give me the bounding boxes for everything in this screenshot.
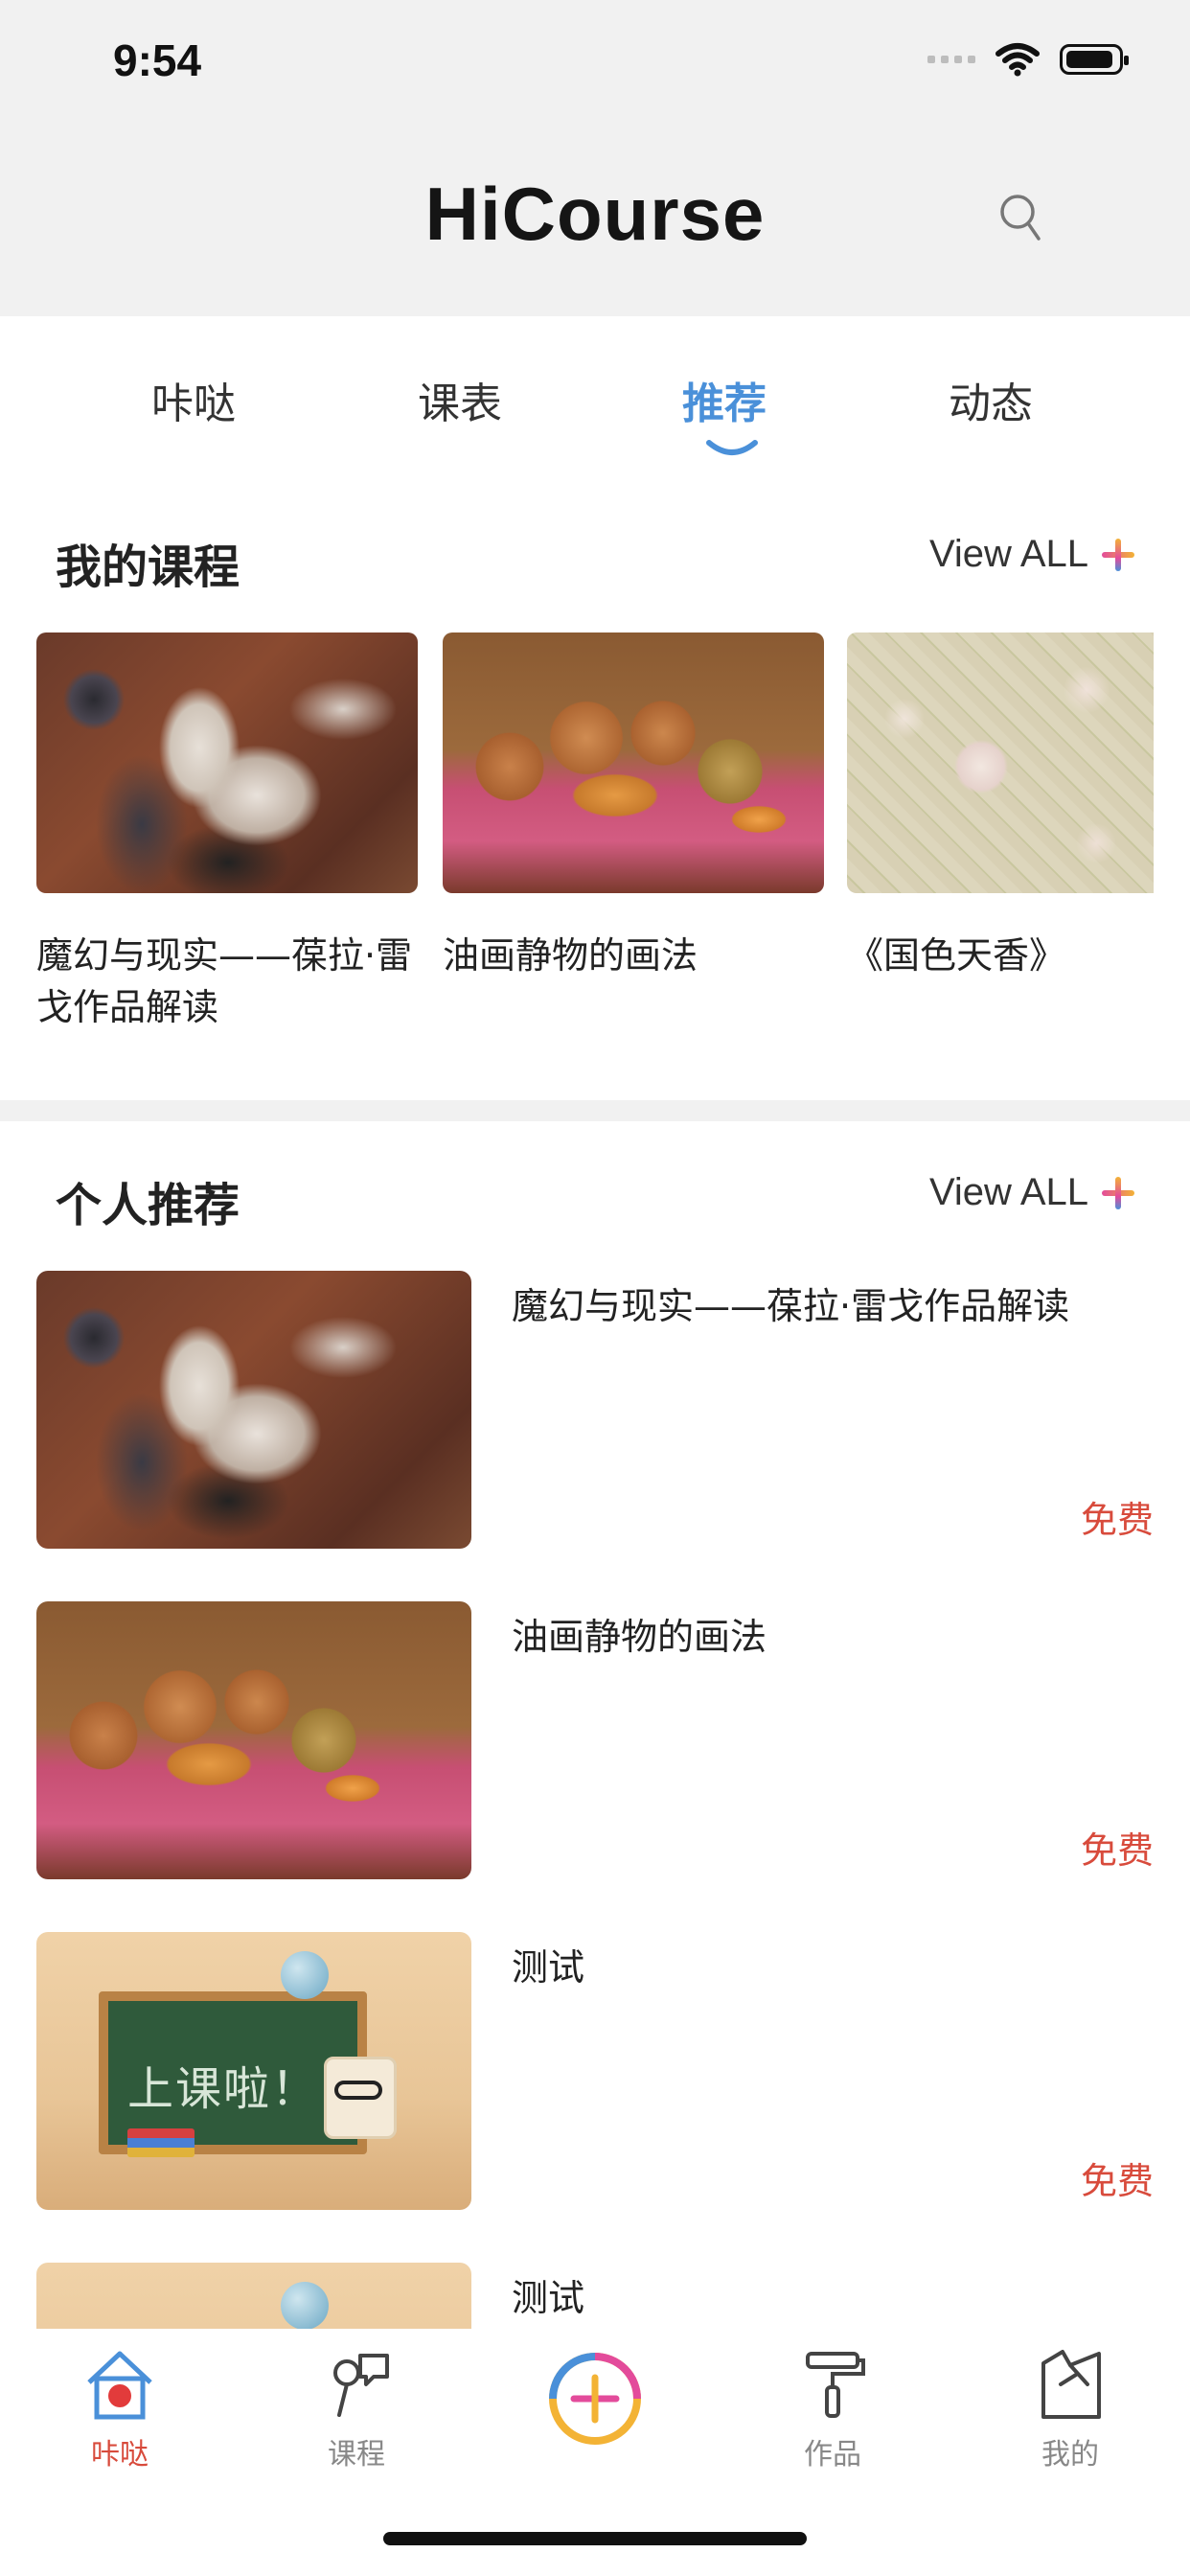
- nav-works-label: 作品: [804, 2438, 861, 2472]
- tab-kada[interactable]: 咔哒: [151, 369, 236, 430]
- course-thumbnail: [36, 1601, 471, 1879]
- nav-home-label: 咔哒: [91, 2438, 149, 2472]
- profile-icon: [1041, 2350, 1101, 2419]
- microphone-chat-icon: [333, 2354, 389, 2417]
- price-label: 免费: [1080, 1829, 1154, 1872]
- course-card[interactable]: 魔幻与现实——葆拉·雷戈作品解读: [36, 632, 420, 1033]
- globe-icon: [281, 2282, 329, 2330]
- my-courses-view-all[interactable]: View ALL: [929, 533, 1134, 576]
- tab-schedule[interactable]: 课表: [418, 369, 502, 430]
- course-title: 油画静物的画法: [512, 1616, 767, 1658]
- course-thumbnail: 上课啦！: [36, 1932, 471, 2210]
- course-thumbnail: [36, 632, 418, 893]
- search-icon: [1000, 195, 1041, 241]
- list-item[interactable]: 油画静物的画法 免费: [36, 1601, 1154, 1879]
- nav-home[interactable]: 咔哒: [57, 2346, 182, 2472]
- course-card[interactable]: 油画静物的画法: [443, 632, 826, 981]
- recommend-view-all[interactable]: View ALL: [929, 1171, 1134, 1214]
- status-icons: [927, 42, 1129, 77]
- course-title: 测试: [512, 2277, 585, 2319]
- view-all-label: View ALL: [928, 1171, 1088, 1213]
- globe-icon: [281, 1951, 329, 1999]
- top-tabs: 咔哒 课表 推荐 动态: [0, 316, 1190, 460]
- course-thumbnail: [847, 632, 1154, 893]
- view-all-label: View ALL: [928, 533, 1088, 575]
- add-icon: [549, 2353, 641, 2445]
- list-item[interactable]: 测试: [36, 2263, 1154, 2330]
- status-time: 9:54: [113, 35, 202, 85]
- nav-courses[interactable]: 课程: [294, 2346, 419, 2472]
- header-area: 9:54 HiCourse: [0, 0, 1190, 316]
- tab-activity[interactable]: 动态: [949, 369, 1033, 430]
- course-thumbnail: [36, 1271, 471, 1549]
- course-title: 魔幻与现实——葆拉·雷戈作品解读: [36, 934, 413, 1028]
- plus-icon: [1102, 538, 1134, 571]
- books-icon: [127, 2128, 195, 2157]
- course-thumbnail: [36, 2263, 471, 2330]
- paint-roller-icon: [806, 2352, 865, 2418]
- tab-recommend[interactable]: 推荐: [682, 369, 767, 430]
- section-divider: [0, 1100, 1190, 1121]
- course-title: 魔幻与现实——葆拉·雷戈作品解读: [512, 1285, 1070, 1327]
- nav-create-button[interactable]: [533, 2346, 657, 2455]
- recommend-title: 个人推荐: [56, 1179, 240, 1232]
- chalkboard-text: 上课啦！: [127, 2062, 320, 2116]
- nav-works[interactable]: 作品: [770, 2346, 895, 2472]
- robot-mascot: [324, 2057, 397, 2139]
- home-indicator: [383, 2532, 807, 2545]
- nav-profile-label: 我的: [1041, 2438, 1099, 2472]
- course-title: 《国色天香》: [847, 934, 1066, 977]
- course-card[interactable]: 《国色天香》: [847, 632, 1154, 981]
- course-title: 油画静物的画法: [443, 934, 698, 977]
- course-thumbnail: [443, 632, 824, 893]
- wifi-icon: [995, 43, 1040, 77]
- nav-courses-label: 课程: [328, 2438, 385, 2472]
- list-item[interactable]: 上课啦！ 测试 免费: [36, 1932, 1154, 2210]
- nav-profile[interactable]: 我的: [1008, 2346, 1133, 2472]
- search-button[interactable]: [996, 187, 1044, 254]
- course-title: 测试: [512, 1946, 585, 1989]
- plus-icon: [1102, 1176, 1134, 1209]
- list-item[interactable]: 魔幻与现实——葆拉·雷戈作品解读 免费: [36, 1271, 1154, 1549]
- battery-icon: [1060, 44, 1129, 75]
- my-courses-title: 我的课程: [56, 540, 240, 594]
- signal-icon: [927, 56, 975, 63]
- active-tab-indicator: [706, 440, 758, 455]
- home-icon: [87, 2351, 152, 2420]
- price-label: 免费: [1080, 1499, 1154, 1541]
- price-label: 免费: [1080, 2160, 1154, 2202]
